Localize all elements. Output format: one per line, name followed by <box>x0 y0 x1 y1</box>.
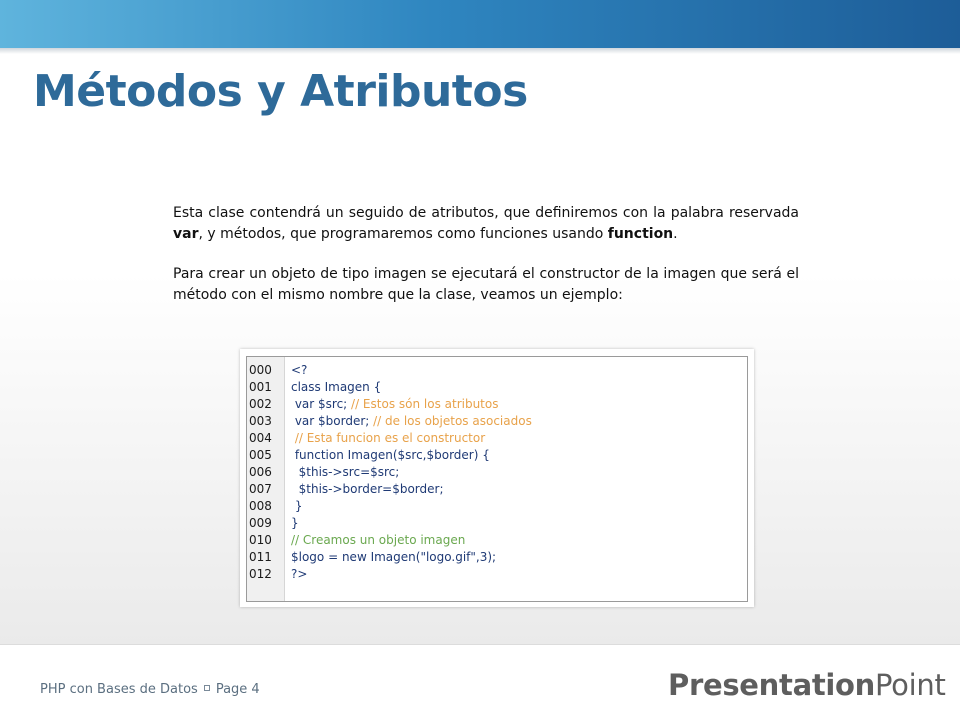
page-number: Page 4 <box>215 682 260 697</box>
code-line: // Creamos un objeto imagen <box>291 532 532 549</box>
footer-text: PHP con Bases de Datos Page 4 <box>40 682 260 697</box>
code-text: class Imagen { <box>291 380 382 394</box>
line-number: 009 <box>249 516 272 530</box>
code-comment: // Creamos un objeto imagen <box>291 533 466 547</box>
keyword-var: var <box>173 226 199 242</box>
code-line: var $src; // Estos són los atributos <box>291 396 532 413</box>
code-line: $logo = new Imagen("logo.gif",3); <box>291 549 532 566</box>
line-number: 006 <box>249 465 272 479</box>
line-number: 011 <box>249 550 272 564</box>
code-line: var $border; // de los objetos asociados <box>291 413 532 430</box>
line-number: 010 <box>249 533 272 547</box>
line-number: 004 <box>249 431 272 445</box>
logo-bold-text: Presentation <box>668 668 876 702</box>
code-lines: <? class Imagen { var $src; // Estos són … <box>285 357 532 601</box>
line-number: 012 <box>249 567 272 581</box>
paragraph-1-text-c: . <box>673 226 678 242</box>
footer: PHP con Bases de Datos Page 4 Presentatio… <box>0 644 960 721</box>
code-line: } <box>291 515 532 532</box>
code-image: 000 001 002 003 004 005 006 007 008 009 010 011 012 … <box>240 349 754 607</box>
line-number: 000 <box>249 363 272 377</box>
code-line: // Esta funcion es el constructor <box>291 430 532 447</box>
line-number: 001 <box>249 380 272 394</box>
code-text: var $border; <box>291 414 374 428</box>
paragraph-2: Para crear un objeto de tipo imagen se e… <box>173 266 799 303</box>
code-listing: 000 001 002 003 004 005 006 007 008 009 010 011 012 … <box>246 356 748 602</box>
logo-regular-text: Point <box>875 668 946 702</box>
header-band <box>0 0 960 49</box>
code-line: ?> <box>291 566 532 583</box>
slide-title: Métodos y Atributos <box>33 66 528 117</box>
code-text: $this->border=$border; <box>291 482 444 496</box>
code-text: function Imagen($src,$border) { <box>291 448 490 462</box>
presentationpoint-logo: PresentationPoint <box>668 668 946 702</box>
code-text: $this->src=$src; <box>291 465 400 479</box>
code-text: <? <box>291 363 308 377</box>
code-text: ?> <box>291 567 308 581</box>
code-line: <? <box>291 362 532 379</box>
line-number: 002 <box>249 397 272 411</box>
code-text: $logo = new Imagen("logo.gif",3); <box>291 550 497 564</box>
code-line: $this->src=$src; <box>291 464 532 481</box>
code-text: } <box>291 499 303 513</box>
header-shadow <box>0 48 960 54</box>
separator-square-icon <box>203 685 210 691</box>
line-number: 005 <box>249 448 272 462</box>
code-line: class Imagen { <box>291 379 532 396</box>
line-number: 007 <box>249 482 272 496</box>
code-text: var $src; <box>291 397 352 411</box>
code-comment: // Estos són los atributos <box>351 397 499 411</box>
paragraph-1-text-a: Esta clase contendrá un seguido de atrib… <box>173 205 799 221</box>
code-comment: // de los objetos asociados <box>373 414 532 428</box>
paragraph-1-text-b: , y métodos, que programaremos como func… <box>198 226 608 242</box>
code-line: function Imagen($src,$border) { <box>291 447 532 464</box>
slide-body: Esta clase contendrá un seguido de atrib… <box>173 203 799 325</box>
code-line: $this->border=$border; <box>291 481 532 498</box>
line-number: 008 <box>249 499 272 513</box>
line-number: 003 <box>249 414 272 428</box>
code-line: } <box>291 498 532 515</box>
line-number-gutter: 000 001 002 003 004 005 006 007 008 009 010 011 012 <box>247 357 285 601</box>
course-name: PHP con Bases de Datos <box>40 682 198 697</box>
code-comment: // Esta funcion es el constructor <box>294 431 486 445</box>
keyword-function: function <box>607 226 674 242</box>
code-text: } <box>291 516 299 530</box>
paragraph-1: Esta clase contendrá un seguido de atrib… <box>173 203 799 245</box>
